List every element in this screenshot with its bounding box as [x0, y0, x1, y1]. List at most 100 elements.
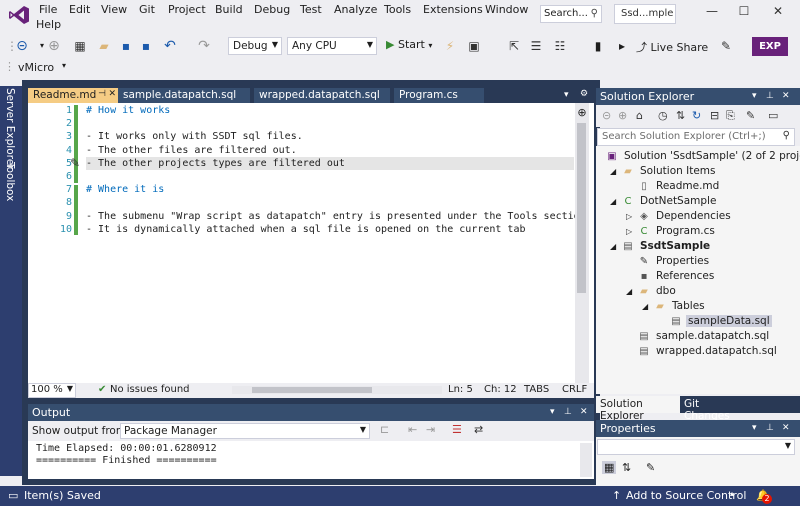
switch-views-icon[interactable]: ◷ [658, 109, 668, 122]
horizontal-scrollbar[interactable] [232, 386, 442, 394]
tab-readme[interactable]: Readme.md ⊣ ✕ [28, 88, 118, 103]
vmicro-menu[interactable]: vMicro [18, 61, 54, 74]
menu-help[interactable]: Help [33, 17, 64, 32]
alphabetical-icon[interactable]: ⇅ [622, 461, 631, 474]
object-select[interactable]: ▼ [597, 439, 795, 455]
menu-debug[interactable]: Debug [251, 2, 293, 17]
issues-status[interactable]: No issues found [110, 384, 190, 395]
tab-solution-explorer[interactable]: Solution Explorer [596, 396, 680, 422]
tree-item[interactable]: Properties [654, 255, 711, 267]
collapse-icon[interactable]: ◢ [610, 242, 616, 251]
minimize-icon[interactable]: — [700, 4, 724, 22]
redo-icon[interactable]: ↷ [196, 38, 212, 54]
uncomment-icon[interactable]: ☷ [552, 38, 568, 54]
menu-project[interactable]: Project [165, 2, 209, 17]
window-position-icon[interactable]: ▾ [752, 423, 757, 433]
prev-message-icon[interactable]: ⇤ [408, 423, 417, 436]
hot-reload-icon[interactable]: ⚡ [442, 38, 458, 54]
platform-select[interactable]: Any CPU ▼ [287, 37, 377, 55]
toolbar-options-icon[interactable]: ▸ [614, 38, 630, 54]
bookmark-icon[interactable]: ▮ [590, 38, 606, 54]
collapse-icon[interactable]: ◢ [626, 287, 632, 296]
line-number[interactable]: Ln: 5 [448, 384, 473, 395]
tab-sample-datapatch[interactable]: sample.datapatch.sql [118, 88, 250, 103]
pin-icon[interactable]: ⊥ [564, 407, 572, 417]
menu-window[interactable]: Window [482, 2, 531, 17]
menu-file[interactable]: File [36, 2, 60, 17]
tree-item[interactable]: DotNetSample [638, 195, 718, 207]
tab-program-cs[interactable]: Program.cs [394, 88, 484, 103]
tree-item[interactable]: dbo [654, 285, 678, 297]
menu-extensions[interactable]: Extensions [420, 2, 486, 17]
menu-test[interactable]: Test [297, 2, 325, 17]
categorized-icon[interactable]: ▦ [602, 461, 617, 474]
solution-name-badge[interactable]: Ssd...mple [614, 4, 676, 24]
save-all-icon[interactable]: ▪ [138, 38, 154, 54]
pin-icon[interactable]: ⊥ [766, 91, 774, 101]
pending-changes-icon[interactable]: ⇅ [676, 109, 685, 122]
pin-icon[interactable]: ⊣ [98, 89, 106, 99]
tree-item[interactable]: sampleData.sql [686, 315, 772, 327]
word-wrap-icon[interactable]: ⇄ [474, 423, 483, 436]
browser-link-icon[interactable]: ▣ [466, 38, 482, 54]
visual-studio-logo-icon[interactable] [8, 4, 30, 26]
configuration-select[interactable]: Debug ▼ [228, 37, 282, 55]
undo-icon[interactable]: ↶ [162, 38, 178, 54]
indent-mode[interactable]: TABS [524, 384, 549, 395]
zoom-select[interactable]: 100 % ▼ [28, 383, 76, 398]
tree-item[interactable]: References [654, 270, 716, 282]
next-message-icon[interactable]: ⇥ [426, 423, 435, 436]
maximize-icon[interactable]: ☐ [732, 4, 756, 22]
feedback-icon[interactable]: ✎ [718, 38, 734, 54]
tab-wrapped-datapatch[interactable]: wrapped.datapatch.sql [254, 88, 390, 103]
open-icon[interactable]: ▰ [96, 38, 112, 54]
clear-all-icon[interactable]: ☰ [452, 423, 462, 436]
save-icon[interactable]: ▪ [118, 38, 134, 54]
line-ending[interactable]: CRLF [562, 384, 587, 395]
close-icon[interactable]: ✕ [580, 407, 588, 417]
tab-git-changes[interactable]: Git Changes [680, 396, 742, 422]
scrollbar-thumb[interactable] [252, 387, 372, 393]
new-project-icon[interactable]: ▦ [72, 38, 88, 54]
output-source-select[interactable]: Package Manager ▼ [120, 423, 370, 439]
menu-edit[interactable]: Edit [66, 2, 93, 17]
expand-icon[interactable]: ▷ [626, 227, 632, 236]
search-box[interactable]: Search... ⚲ [540, 5, 602, 23]
split-icon[interactable]: ⊕ [575, 106, 589, 119]
live-share-button[interactable]: ⤴ Live Share [636, 39, 708, 55]
vertical-scrollbar[interactable]: ⊕ [575, 103, 589, 383]
chevron-up-icon[interactable]: ▴ [730, 489, 734, 498]
tree-item[interactable]: Solution 'SsdtSample' (2 of 2 projects) [622, 150, 800, 162]
find-icon[interactable]: ⊏ [380, 423, 389, 436]
exp-button[interactable]: EXP [752, 37, 788, 56]
back-icon[interactable]: ⊝ [602, 109, 611, 122]
forward-icon[interactable]: ⊕ [618, 109, 627, 122]
close-icon[interactable]: ✕ [766, 4, 790, 22]
chevron-down-icon[interactable]: ▾ [62, 61, 66, 70]
step-icon[interactable]: ⇱ [506, 38, 522, 54]
property-pages-icon[interactable]: ✎ [646, 461, 655, 474]
close-icon[interactable]: ✕ [782, 91, 790, 101]
expand-icon[interactable]: ▷ [626, 212, 632, 221]
collapse-icon[interactable]: ◢ [610, 167, 616, 176]
tree-item[interactable]: wrapped.datapatch.sql [654, 345, 779, 357]
menu-analyze[interactable]: Analyze [331, 2, 380, 17]
sync-icon[interactable]: ↻ [692, 109, 701, 122]
tree-item[interactable]: SsdtSample [638, 240, 712, 252]
window-position-icon[interactable]: ▾ [550, 407, 555, 417]
close-icon[interactable]: ✕ [108, 89, 116, 99]
wrench-icon[interactable]: ✎ [746, 109, 755, 122]
server-explorer-tab[interactable]: Server Explorer [4, 88, 16, 170]
tree-item[interactable]: Solution Items [638, 165, 717, 177]
window-position-icon[interactable]: ▾ [752, 91, 757, 101]
tree-item[interactable]: Dependencies [654, 210, 733, 222]
preview-icon[interactable]: ▭ [768, 109, 778, 122]
tab-overflow-icon[interactable]: ▾ [564, 90, 569, 100]
menu-build[interactable]: Build [212, 2, 246, 17]
output-scrollbar[interactable] [580, 443, 592, 477]
tree-item[interactable]: Tables [670, 300, 707, 312]
tree-item[interactable]: sample.datapatch.sql [654, 330, 771, 342]
column-number[interactable]: Ch: 12 [484, 384, 517, 395]
tree-item[interactable]: Readme.md [654, 180, 721, 192]
start-button[interactable]: ▶ Start ▾ [386, 38, 432, 51]
